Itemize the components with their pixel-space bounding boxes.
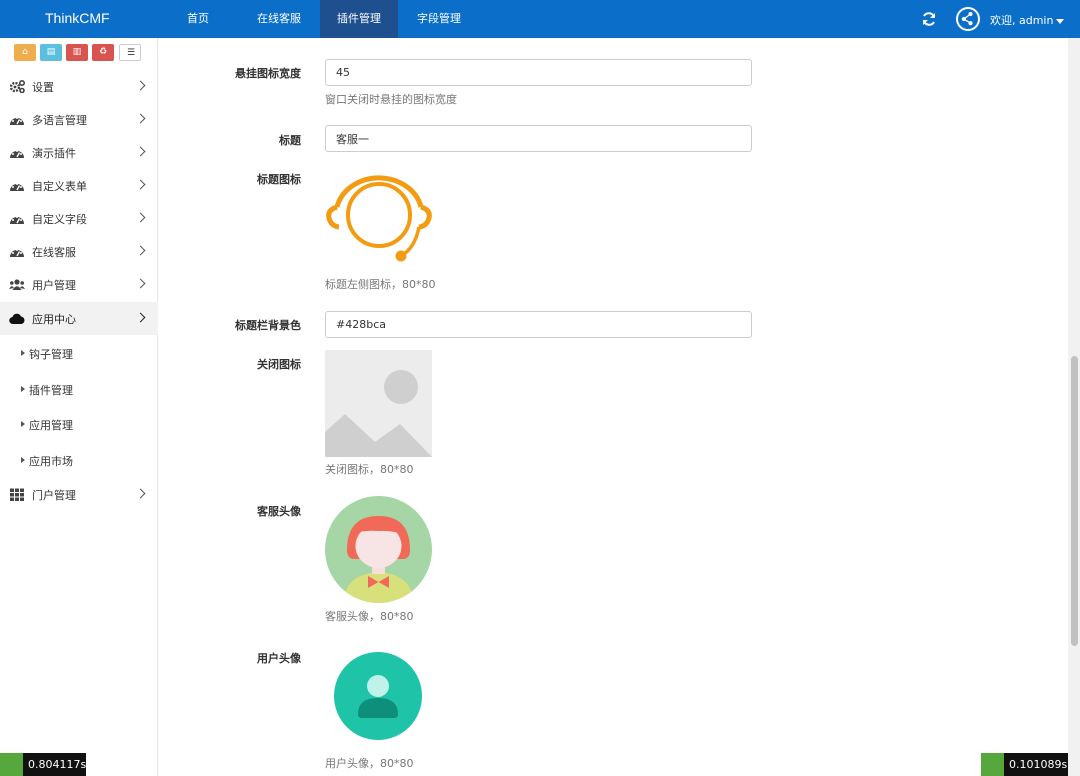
chevron-right-icon [135, 113, 146, 124]
sidebar-subitem-label: 应用市场 [29, 455, 73, 468]
debug-timer-right-text: 0.101089s [1009, 758, 1068, 771]
service-avatar-label: 客服头像 [257, 505, 301, 518]
service-avatar-help: 客服头像，80*80 [325, 610, 414, 623]
list-shortcut-button[interactable]: ☰ [119, 44, 141, 61]
sidebar-item-demo-plugin[interactable]: 演示插件 [0, 136, 158, 169]
nav-home[interactable]: 首页 [172, 0, 224, 38]
user-avatar-image[interactable] [334, 652, 422, 740]
sidebar-item-label: 设置 [32, 81, 54, 94]
chevron-right-icon [135, 80, 146, 91]
cloud-icon [9, 313, 25, 325]
chevron-right-icon [135, 312, 146, 323]
caret-right-icon [21, 421, 25, 427]
user-menu-label: 欢迎, admin [990, 14, 1054, 27]
caret-right-icon [21, 350, 25, 356]
icon-width-input[interactable] [325, 59, 752, 86]
sidebar-item-multilang[interactable]: 多语言管理 [0, 103, 158, 136]
sidebar-item-label: 自定义字段 [32, 213, 87, 226]
chevron-right-icon [135, 179, 146, 190]
caret-down-icon [1056, 18, 1065, 24]
close-icon-help: 关闭图标，80*80 [325, 463, 414, 476]
dashboard-icon [10, 150, 24, 158]
grid-icon [10, 488, 24, 501]
title-bg-input[interactable] [325, 311, 752, 338]
debug-timer-right[interactable]: 0.101089s [981, 753, 1068, 776]
chevron-right-icon [135, 212, 146, 223]
sidebar-item-label: 门户管理 [32, 489, 76, 502]
recycle-icon: ♻ [98, 47, 108, 57]
sidebar-item-label: 在线客服 [32, 246, 76, 259]
users-icon [9, 279, 25, 290]
sidebar-item-user-manage[interactable]: 用户管理 [0, 268, 158, 301]
user-menu[interactable]: 欢迎, admin [990, 12, 1065, 28]
sidebar-item-app-center[interactable]: 应用中心 [0, 302, 158, 335]
chevron-right-icon [135, 488, 146, 499]
chevron-right-icon [135, 278, 146, 289]
sidebar-subitem-label: 应用管理 [29, 419, 73, 432]
user-avatar-help: 用户头像，80*80 [325, 757, 414, 770]
sidebar-subitem-app-market[interactable]: 应用市场 [0, 446, 158, 476]
nav-field-manage[interactable]: 字段管理 [408, 0, 470, 38]
caret-right-icon [21, 457, 25, 463]
sidebar-item-online-service[interactable]: 在线客服 [0, 235, 158, 268]
sidebar-item-settings[interactable]: 设置 [0, 70, 158, 103]
close-icon-label: 关闭图标 [257, 358, 301, 371]
list-icon: ☰ [126, 48, 136, 58]
sidebar-item-label: 应用中心 [32, 313, 76, 326]
headset-icon[interactable] [325, 170, 433, 264]
icon-width-label: 悬挂图标宽度 [235, 67, 301, 80]
debug-timer-left-text: 0.804117s [28, 758, 87, 771]
debug-logo-icon [981, 753, 1004, 776]
sidebar-item-portal-manage[interactable]: 门户管理 [0, 478, 158, 511]
trash-shortcut-button[interactable]: ▥ [66, 44, 88, 61]
nav-online-service[interactable]: 在线客服 [248, 0, 310, 38]
sidebar-item-label: 自定义表单 [32, 180, 87, 193]
share-avatar-icon[interactable] [956, 7, 980, 31]
top-navbar: ThinkCMF 首页 在线客服 插件管理 字段管理 欢迎, admin [0, 0, 1080, 38]
chevron-right-icon [135, 146, 146, 157]
dashboard-icon [10, 183, 24, 191]
title-label: 标题 [279, 134, 301, 147]
title-icon-help: 标题左侧图标，80*80 [325, 278, 436, 291]
user-avatar-label: 用户头像 [257, 652, 301, 665]
icon-width-help: 窗口关闭时悬挂的图标宽度 [325, 93, 457, 106]
sidebar-subitem-label: 插件管理 [29, 384, 73, 397]
title-bg-label: 标题栏背景色 [235, 319, 301, 332]
chevron-right-icon [135, 245, 146, 256]
home-icon: ⌂ [22, 47, 28, 57]
title-input[interactable] [325, 125, 752, 152]
page-scrollbar-thumb[interactable] [1071, 356, 1078, 646]
file-icon: ▤ [46, 47, 56, 57]
placeholder-image-icon[interactable] [325, 350, 432, 457]
dashboard-icon [10, 249, 24, 257]
sidebar-subitem-plugin-manage[interactable]: 插件管理 [0, 375, 158, 405]
file-shortcut-button[interactable]: ▤ [40, 44, 62, 61]
debug-logo-icon [0, 753, 23, 776]
dashboard-icon [10, 117, 24, 125]
sidebar-item-custom-form[interactable]: 自定义表单 [0, 169, 158, 202]
trash-icon: ▥ [72, 47, 82, 57]
nav-plugin-manage[interactable]: 插件管理 [320, 0, 398, 38]
recycle-shortcut-button[interactable]: ♻ [92, 44, 114, 61]
sidebar-subitem-hook-manage[interactable]: 钩子管理 [0, 339, 158, 369]
refresh-icon[interactable] [921, 11, 937, 27]
sidebar-subitem-app-manage[interactable]: 应用管理 [0, 410, 158, 440]
brand-logo[interactable]: ThinkCMF [45, 10, 110, 26]
sidebar-item-label: 演示插件 [32, 147, 76, 160]
gears-icon [9, 80, 25, 93]
sidebar-subitem-label: 钩子管理 [29, 348, 73, 361]
dashboard-icon [10, 216, 24, 224]
debug-timer-left[interactable]: 0.804117s [0, 753, 86, 776]
sidebar-item-label: 多语言管理 [32, 114, 87, 127]
home-shortcut-button[interactable]: ⌂ [14, 44, 36, 61]
sidebar-item-label: 用户管理 [32, 279, 76, 292]
sidebar-item-custom-field[interactable]: 自定义字段 [0, 202, 158, 235]
title-icon-label: 标题图标 [257, 173, 301, 186]
service-avatar-image[interactable] [325, 496, 432, 603]
caret-right-icon [21, 386, 25, 392]
sidebar: ⌂ ▤ ▥ ♻ ☰ 设置 多语言管理 演示插件 自定义表单 自定义字段 在线客服… [0, 38, 158, 776]
